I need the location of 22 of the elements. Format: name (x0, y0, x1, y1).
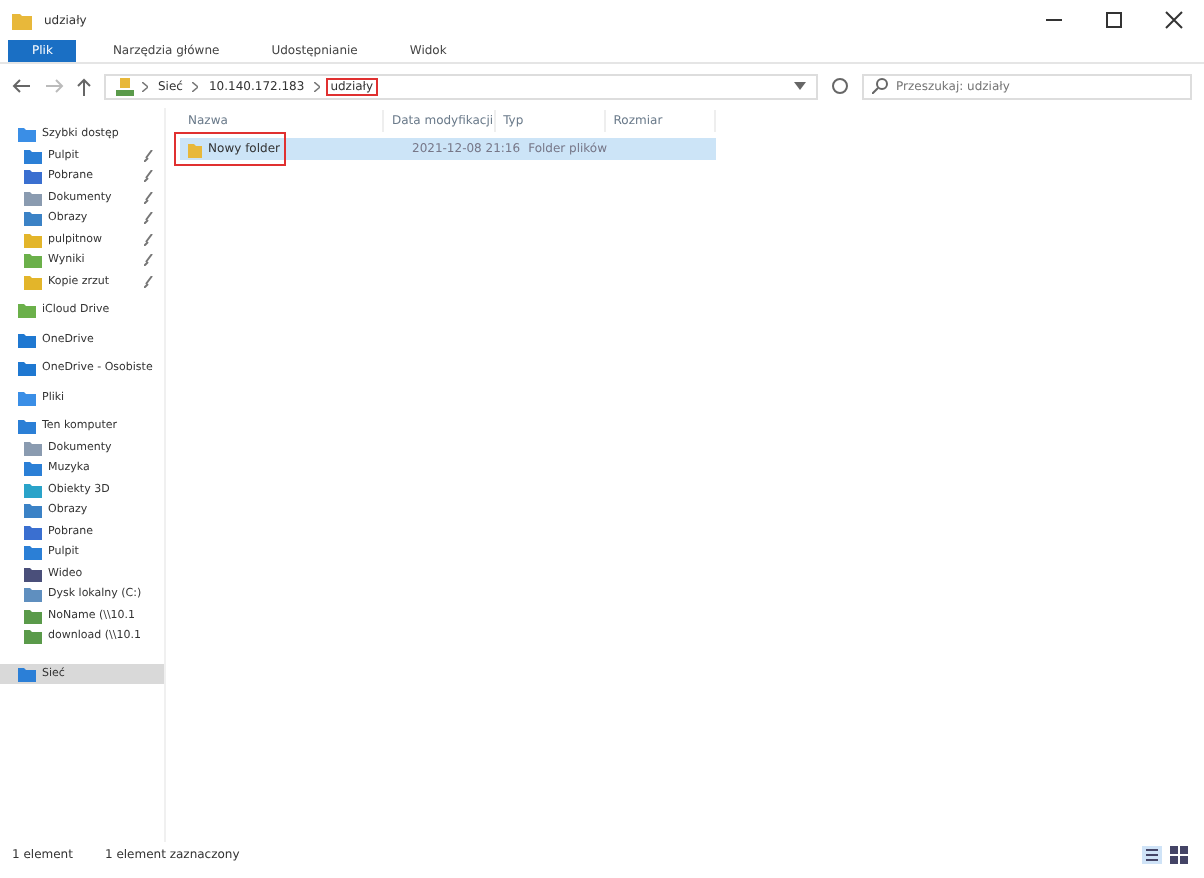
up-arrow-icon[interactable] (76, 77, 92, 95)
pin-icon (144, 275, 154, 288)
maximize-icon[interactable] (1104, 10, 1124, 30)
close-icon[interactable] (1164, 10, 1184, 30)
pin-icon (144, 191, 154, 204)
folder-icon (188, 141, 203, 157)
refresh-icon[interactable] (830, 76, 850, 96)
pin-icon (144, 170, 154, 183)
pin-icon (144, 212, 154, 225)
chevron-icon (314, 81, 321, 91)
pin-icon (144, 254, 154, 267)
search-icon (872, 78, 888, 94)
details-view-icon[interactable] (1142, 845, 1162, 863)
folder-icon (18, 665, 36, 682)
chevron-icon (192, 81, 199, 91)
tiles-view-icon[interactable] (1170, 845, 1188, 863)
pin-icon (144, 149, 154, 162)
chevron-icon (142, 81, 148, 91)
pin-icon (144, 233, 154, 246)
dropdown-icon[interactable] (794, 82, 806, 90)
back-arrow-icon[interactable] (12, 78, 32, 94)
folder-icon (12, 11, 32, 29)
